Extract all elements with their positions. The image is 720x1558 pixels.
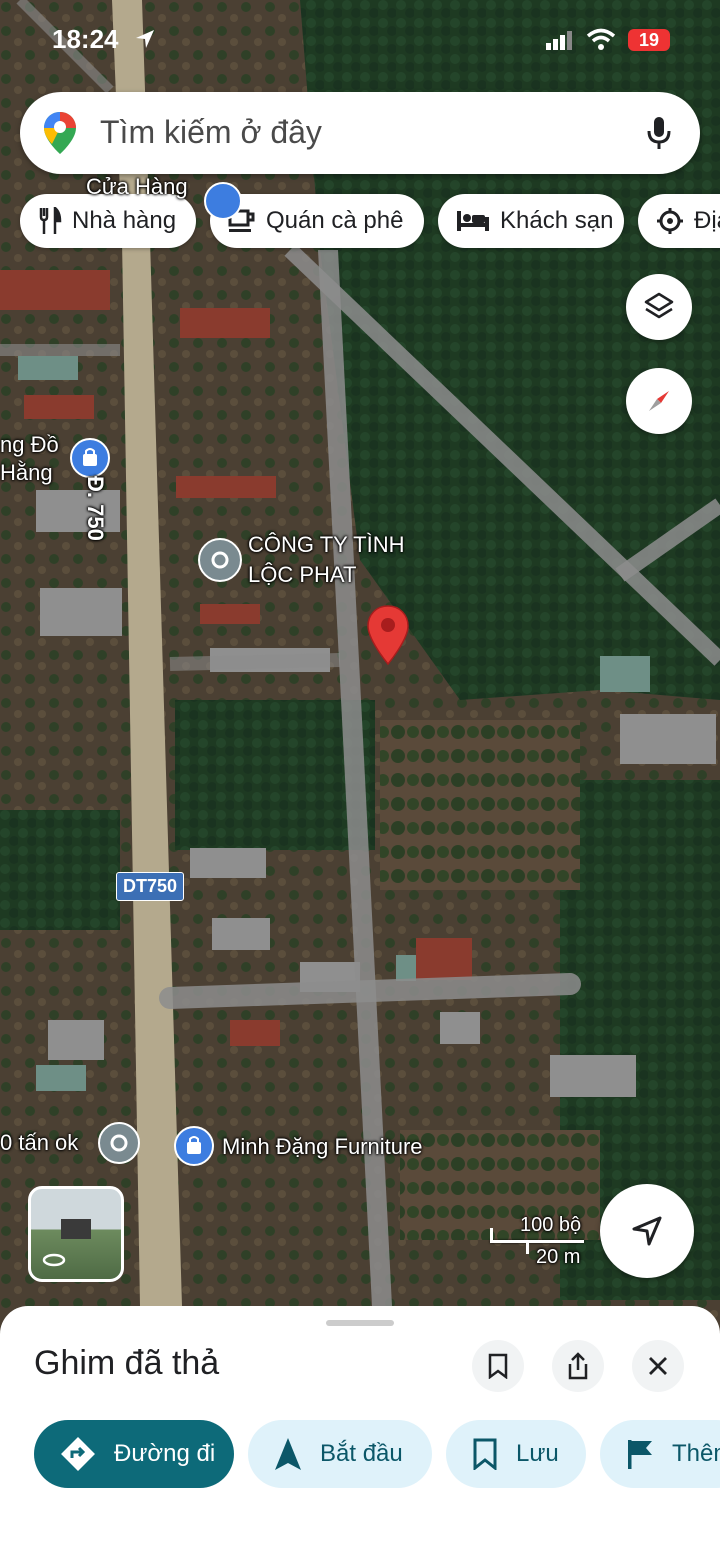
save-label: Lưu [516, 1440, 559, 1467]
map-label-store-top: Cửa Hàng [86, 174, 188, 199]
shopping-poi-icon[interactable] [70, 438, 110, 478]
sheet-drag-handle[interactable] [326, 1320, 394, 1326]
compass-button[interactable] [626, 368, 692, 434]
map-label-road-vertical: Đ. 750 [83, 476, 108, 541]
chip-hotel[interactable]: Khách sạn [438, 194, 624, 248]
share-icon [568, 1352, 588, 1380]
sheet-title: Ghim đã thả [34, 1344, 220, 1382]
more-button[interactable]: Thêm [600, 1420, 720, 1488]
map-scale: 100 bộ 20 m [490, 1212, 586, 1272]
restaurant-icon [39, 207, 62, 234]
map-label-store-left-1: ng Đồ [0, 432, 59, 457]
bottom-sheet[interactable]: Ghim đã thả Đường đi Bắt đầu Lưu Thêm [0, 1306, 720, 1558]
chip-coffee[interactable]: Quán cà phê [210, 194, 424, 248]
shopping-bag-icon [83, 448, 97, 466]
save-button[interactable] [472, 1340, 524, 1392]
search-bar[interactable]: Tìm kiếm ở đây [20, 92, 700, 174]
status-bar: 18:24 19 [0, 0, 720, 80]
directions-icon [61, 1437, 95, 1471]
directions-label: Đường đi [114, 1440, 216, 1467]
flag-icon [628, 1440, 652, 1469]
chip-label: Nhà hàng [72, 207, 177, 234]
scale-tick [526, 1240, 529, 1254]
layers-button[interactable] [626, 274, 692, 340]
microphone-icon[interactable] [646, 116, 672, 150]
map-label-store-left-2: Hằng [0, 460, 53, 485]
search-input[interactable]: Tìm kiếm ở đây [100, 114, 322, 151]
scale-tick [490, 1228, 493, 1242]
scale-bar [490, 1240, 584, 1243]
start-button[interactable]: Bắt đầu [248, 1420, 432, 1488]
scale-feet-label: 100 bộ [520, 1214, 582, 1236]
shopping-poi-icon[interactable] [174, 1126, 214, 1166]
more-label: Thêm [672, 1440, 720, 1467]
signal-icon [546, 31, 572, 50]
navigate-icon [275, 1438, 301, 1470]
chip-label: Khách sạn [500, 207, 614, 234]
street-view-thumbnail[interactable] [28, 1186, 124, 1282]
location-arrow-icon [136, 30, 154, 48]
chip-restaurant[interactable]: Nhà hàng [20, 194, 196, 248]
google-maps-logo-icon [44, 112, 76, 154]
bookmark-icon [488, 1353, 508, 1379]
shopping-poi-icon[interactable] [204, 182, 242, 220]
wifi-icon [586, 28, 616, 50]
map-label-furniture: Minh Đặng Furniture [222, 1134, 423, 1159]
share-button[interactable] [552, 1340, 604, 1392]
save-action-button[interactable]: Lưu [446, 1420, 586, 1488]
place-pin-icon [110, 1134, 128, 1152]
place-pin-icon [211, 551, 229, 569]
chip-label: Địa [694, 207, 720, 234]
chip-label: Quán cà phê [266, 207, 404, 234]
directions-button[interactable]: Đường đi [34, 1420, 234, 1488]
street-view-building [61, 1219, 91, 1239]
compass-icon [649, 391, 669, 411]
close-icon [649, 1357, 667, 1375]
start-label: Bắt đầu [320, 1440, 403, 1467]
hotel-icon [457, 211, 489, 231]
shopping-bag-icon [187, 1136, 201, 1154]
attraction-icon [657, 208, 683, 234]
map-label-poi-left: 0 tấn ok [0, 1130, 79, 1155]
scale-meters-label: 20 m [536, 1246, 581, 1268]
my-location-button[interactable] [600, 1184, 694, 1278]
street-view-rotate-icon [42, 1253, 66, 1267]
navigation-arrow-icon [632, 1216, 662, 1246]
layers-icon [644, 292, 674, 319]
company-poi-icon[interactable] [198, 538, 242, 582]
chip-attractions[interactable]: Địa [638, 194, 720, 248]
bookmark-icon [473, 1438, 497, 1470]
place-poi-icon[interactable] [98, 1122, 140, 1164]
status-time: 18:24 [52, 24, 119, 54]
battery-indicator: 19 [628, 29, 670, 51]
map-label-company-1: CÔNG TY TÌNH [248, 532, 405, 557]
map-label-company-2: LỘC PHAT [248, 562, 357, 587]
close-button[interactable] [632, 1340, 684, 1392]
road-shield: DT750 [116, 872, 185, 901]
dropped-pin-icon[interactable] [366, 604, 410, 666]
